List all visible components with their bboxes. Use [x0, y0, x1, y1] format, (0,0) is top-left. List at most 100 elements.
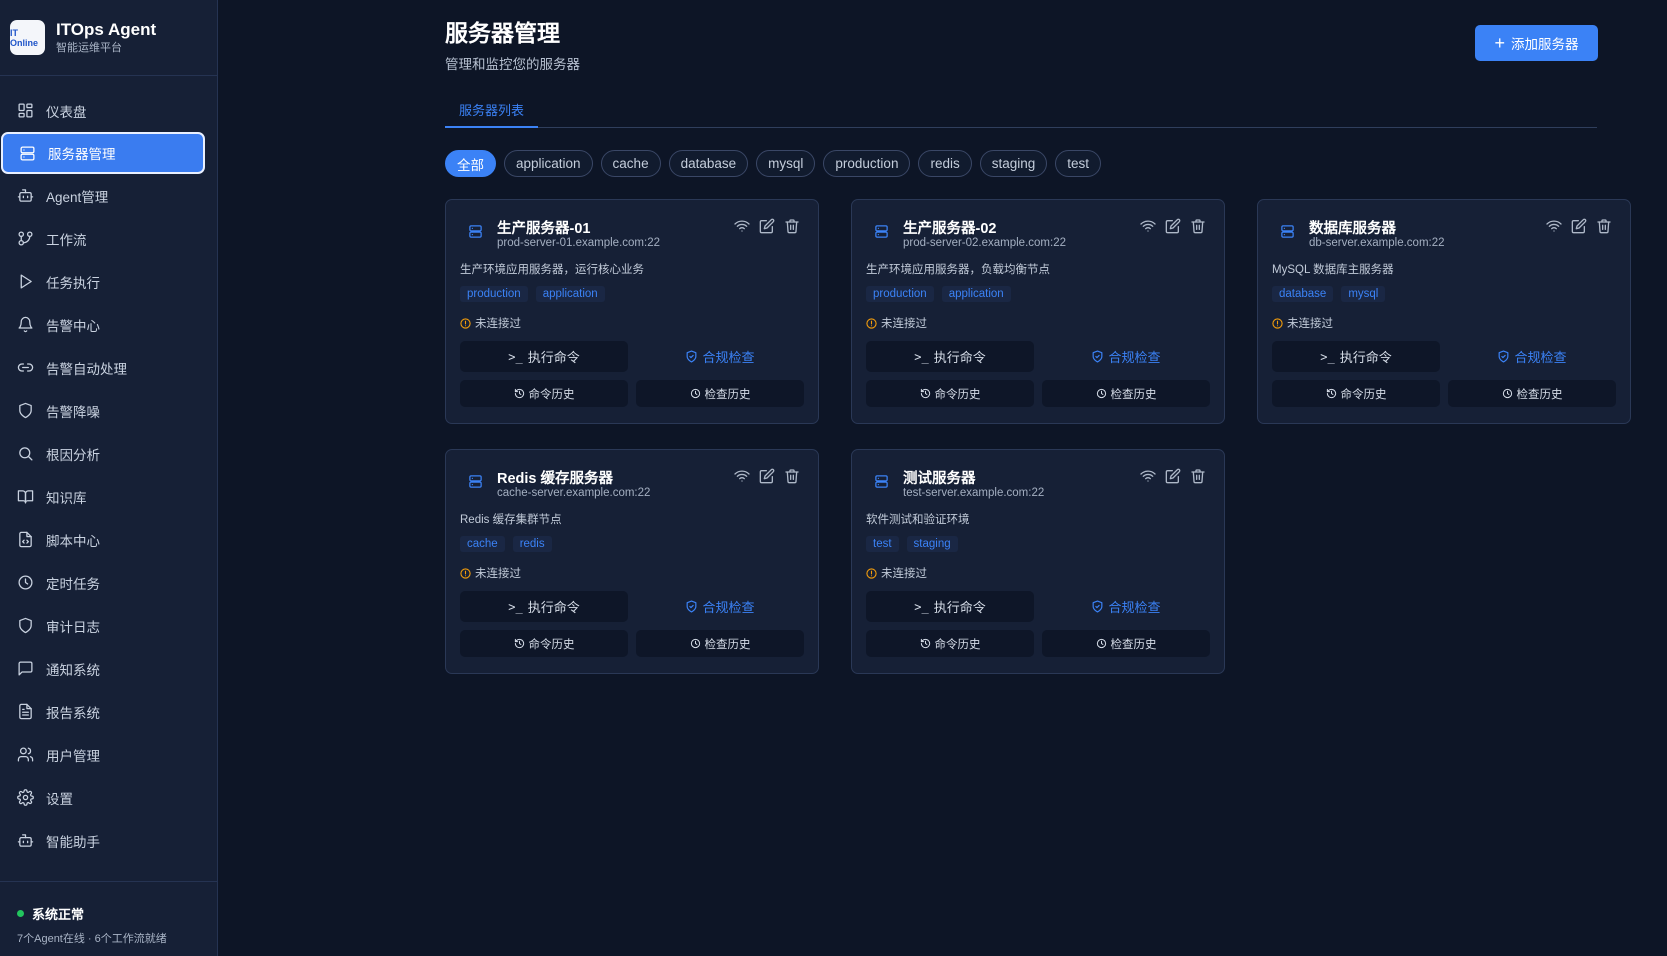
command-history-button[interactable]: 命令历史 [460, 630, 628, 657]
clock-icon [1096, 388, 1111, 399]
sidebar-item[interactable]: 工作流 [0, 217, 218, 260]
filter-chip[interactable]: staging [979, 150, 1048, 177]
wifi-icon[interactable] [1546, 218, 1562, 234]
execute-command-button[interactable]: >_ 执行命令 [1272, 341, 1440, 372]
server-host: test-server.example.com:22 [903, 487, 1045, 499]
connection-status: 未连接过 [460, 565, 521, 581]
alert-circle-icon [460, 567, 475, 579]
trash-icon[interactable] [784, 218, 800, 234]
sidebar-item[interactable]: 根因分析 [0, 432, 218, 475]
server-card: 测试服务器 test-server.example.com:22 软件测试和验证环境… [851, 449, 1225, 674]
terminal-icon: >_ [1320, 349, 1335, 364]
brand: IT Online ITOps Agent 智能运维平台 [0, 0, 217, 76]
server-description: 生产环境应用服务器，负载均衡节点 [866, 264, 1050, 276]
command-history-button[interactable]: 命令历史 [866, 630, 1034, 657]
wifi-icon[interactable] [734, 468, 750, 484]
compliance-check-button[interactable]: 合规检查 [636, 341, 804, 372]
edit-icon[interactable] [1165, 468, 1181, 484]
filter-chip[interactable]: production [823, 150, 911, 177]
edit-icon[interactable] [1165, 218, 1181, 234]
execute-command-button[interactable]: >_ 执行命令 [866, 341, 1034, 372]
server-description: 生产环境应用服务器，运行核心业务 [460, 264, 644, 276]
sidebar-item-label: 通知系统 [46, 662, 100, 678]
filter-chip[interactable]: test [1055, 150, 1102, 177]
sidebar-item[interactable]: 告警中心 [0, 303, 218, 346]
sidebar-item[interactable]: 审计日志 [0, 604, 218, 647]
sidebar-item[interactable]: Agent管理 [0, 174, 218, 217]
execute-command-button[interactable]: >_ 执行命令 [460, 591, 628, 622]
sidebar-nav: 仪表盘 服务器管理 Agent管理 工作流 任务执行 告警中心告警自动处理告警降噪 根因分析… [0, 89, 218, 862]
server-icon [468, 224, 483, 239]
alert-circle-icon [866, 317, 881, 329]
clock-icon [1096, 638, 1111, 649]
check-history-button[interactable]: 检查历史 [1042, 380, 1210, 407]
brand-subtitle: 智能运维平台 [56, 41, 122, 54]
alert-circle-icon [460, 317, 475, 329]
check-history-button[interactable]: 检查历史 [636, 630, 804, 657]
filter-chip[interactable]: mysql [756, 150, 816, 177]
server-host: prod-server-02.example.com:22 [903, 237, 1066, 249]
trash-icon[interactable] [1190, 468, 1206, 484]
terminal-icon: >_ [914, 599, 929, 614]
wifi-icon[interactable] [1140, 218, 1156, 234]
command-history-button[interactable]: 命令历史 [866, 380, 1034, 407]
check-history-button[interactable]: 检查历史 [636, 380, 804, 407]
trash-icon[interactable] [784, 468, 800, 484]
history-icon [514, 638, 529, 649]
edit-icon[interactable] [1571, 218, 1587, 234]
server-description: Redis 缓存集群节点 [460, 514, 562, 526]
sidebar-item[interactable]: 告警自动处理 [0, 346, 218, 389]
sidebar-item[interactable]: 用户管理 [0, 733, 218, 776]
server-tag: application [941, 286, 1011, 302]
sidebar-item[interactable]: 报告系统 [0, 690, 218, 733]
sidebar-item[interactable]: 设置 [0, 776, 218, 819]
bell-icon [17, 316, 46, 333]
filter-chip[interactable]: cache [600, 150, 661, 177]
trash-icon[interactable] [1190, 218, 1206, 234]
dashboard-icon [17, 102, 46, 119]
command-history-button[interactable]: 命令历史 [1272, 380, 1440, 407]
tab-server-list[interactable]: 服务器列表 [445, 92, 539, 128]
wifi-icon[interactable] [1140, 468, 1156, 484]
server-tags: production application [866, 286, 1019, 302]
sidebar-item[interactable]: 告警降噪 [0, 389, 218, 432]
shield-check-icon [1091, 600, 1108, 613]
history-icon [1326, 388, 1341, 399]
compliance-check-button[interactable]: 合规检查 [1042, 591, 1210, 622]
sidebar-item[interactable]: 脚本中心 [0, 518, 218, 561]
sidebar-item[interactable]: 通知系统 [0, 647, 218, 690]
execute-command-button[interactable]: >_ 执行命令 [866, 591, 1034, 622]
add-server-button[interactable]: + 添加服务器 [1475, 25, 1598, 61]
sidebar-item[interactable]: 定时任务 [0, 561, 218, 604]
server-tag: redis [512, 536, 552, 552]
sidebar-item[interactable]: 知识库 [0, 475, 218, 518]
compliance-check-button[interactable]: 合规检查 [1448, 341, 1616, 372]
check-history-button[interactable]: 检查历史 [1042, 630, 1210, 657]
wifi-icon[interactable] [734, 218, 750, 234]
server-host: db-server.example.com:22 [1309, 237, 1445, 249]
execute-command-button[interactable]: >_ 执行命令 [460, 341, 628, 372]
edit-icon[interactable] [759, 468, 775, 484]
play-icon [17, 273, 46, 290]
sidebar-item[interactable]: 仪表盘 [0, 89, 218, 132]
filter-chip[interactable]: 全部 [445, 150, 496, 177]
sidebar-item[interactable]: 任务执行 [0, 260, 218, 303]
sidebar-item[interactable]: 智能助手 [0, 819, 218, 862]
sidebar-item-label: 告警自动处理 [46, 361, 127, 377]
plus-icon: + [1494, 33, 1505, 53]
filter-chip[interactable]: redis [918, 150, 972, 177]
shield-check-icon [1091, 350, 1108, 363]
connection-status: 未连接过 [866, 315, 927, 331]
command-history-button[interactable]: 命令历史 [460, 380, 628, 407]
filter-chip[interactable]: database [668, 150, 749, 177]
sidebar-item[interactable]: 服务器管理 [1, 132, 205, 174]
compliance-check-button[interactable]: 合规检查 [1042, 341, 1210, 372]
trash-icon[interactable] [1596, 218, 1612, 234]
check-history-button[interactable]: 检查历史 [1448, 380, 1616, 407]
edit-icon[interactable] [759, 218, 775, 234]
compliance-check-button[interactable]: 合规检查 [636, 591, 804, 622]
sidebar-item-label: 设置 [46, 791, 73, 807]
filter-chip[interactable]: application [504, 150, 593, 177]
sidebar-item-label: 报告系统 [46, 705, 100, 721]
terminal-icon: >_ [914, 349, 929, 364]
